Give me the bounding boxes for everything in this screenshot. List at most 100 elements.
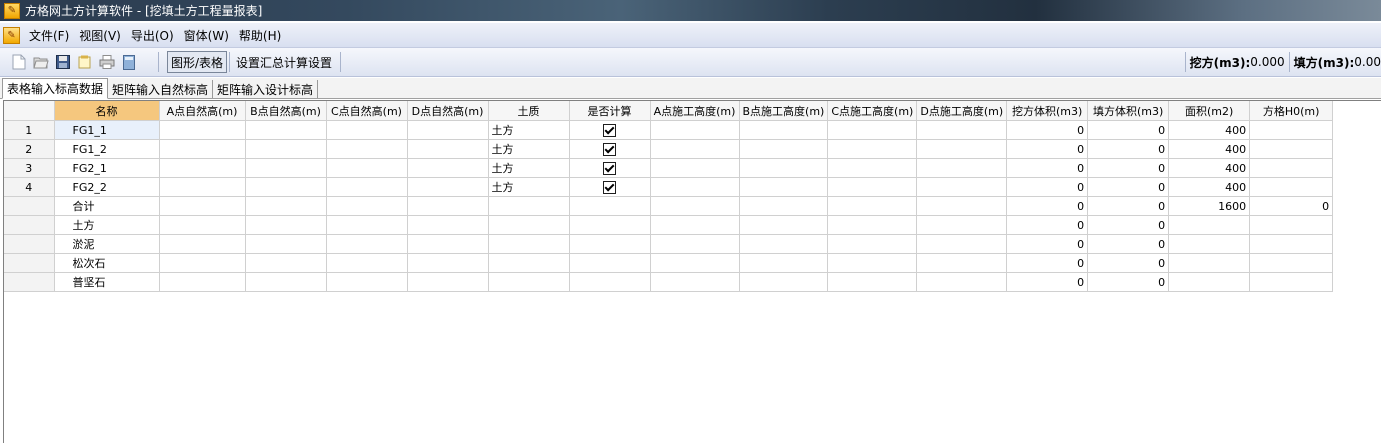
cell-a-natural[interactable] (159, 253, 246, 273)
cell-c-natural[interactable] (326, 272, 408, 292)
cell-d-construct[interactable] (916, 158, 1008, 178)
menu-window[interactable]: 窗体(W) (179, 27, 234, 44)
cell-h0[interactable] (1249, 158, 1334, 178)
cell-c-construct[interactable] (827, 177, 918, 197)
open-icon[interactable] (33, 54, 49, 70)
cell-h0[interactable]: 0 (1249, 196, 1334, 216)
cell-d-natural[interactable] (407, 196, 489, 216)
cell-b-construct[interactable] (739, 272, 829, 292)
document-menu-icon[interactable]: ✎ (3, 26, 20, 44)
cell-d-construct[interactable] (916, 253, 1008, 273)
note-icon[interactable] (77, 54, 93, 70)
cell-c-natural[interactable] (326, 120, 408, 140)
cell-name[interactable]: 松次石 (54, 253, 160, 273)
cell-a-natural[interactable] (159, 234, 246, 254)
cell-soil[interactable] (488, 215, 570, 235)
cell-d-natural[interactable] (407, 215, 489, 235)
cell-area[interactable]: 400 (1168, 120, 1251, 140)
cell-b-natural[interactable] (245, 139, 327, 159)
cell-d-natural[interactable] (407, 272, 489, 292)
table-row[interactable]: 淤泥 0 0 (4, 234, 1334, 254)
column-header[interactable]: A点施工高度(m) (650, 101, 740, 121)
cell-d-natural[interactable] (407, 120, 489, 140)
cell-name[interactable]: 普坚石 (54, 272, 160, 292)
cell-b-construct[interactable] (739, 234, 829, 254)
cell-area[interactable]: 1600 (1168, 196, 1251, 216)
cell-d-construct[interactable] (916, 120, 1008, 140)
table-row[interactable]: 土方 0 0 (4, 215, 1334, 235)
cell-b-natural[interactable] (245, 177, 327, 197)
cell-c-construct[interactable] (827, 196, 918, 216)
cell-name[interactable]: FG2_1 (54, 158, 160, 178)
cell-b-natural[interactable] (245, 272, 327, 292)
cell-fill-volume[interactable]: 0 (1087, 120, 1170, 140)
cell-a-natural[interactable] (159, 120, 246, 140)
save-icon[interactable] (55, 54, 71, 70)
cell-calc[interactable] (569, 272, 651, 292)
cell-b-construct[interactable] (739, 196, 829, 216)
cell-h0[interactable] (1249, 120, 1334, 140)
column-header[interactable]: B点自然高(m) (245, 101, 327, 121)
menu-export[interactable]: 导出(O) (126, 27, 179, 44)
table-row[interactable]: 4 FG2_2 土方 0 0 400 (4, 177, 1334, 197)
cell-c-construct[interactable] (827, 215, 918, 235)
cell-b-construct[interactable] (739, 139, 829, 159)
cell-b-construct[interactable] (739, 120, 829, 140)
cell-name[interactable]: FG1_2 (54, 139, 160, 159)
column-header[interactable] (4, 101, 55, 121)
cell-b-construct[interactable] (739, 158, 829, 178)
cell-soil[interactable]: 土方 (488, 139, 570, 159)
column-header[interactable]: 是否计算 (569, 101, 651, 121)
cell-b-construct[interactable] (739, 177, 829, 197)
new-icon[interactable] (11, 54, 27, 70)
column-header[interactable]: 土质 (488, 101, 570, 121)
cell-soil[interactable] (488, 234, 570, 254)
table-row[interactable]: 松次石 0 0 (4, 253, 1334, 273)
print-icon[interactable] (99, 54, 115, 70)
tab-table-input-elevation[interactable]: 表格输入标高数据 (2, 78, 109, 99)
cell-fill-volume[interactable]: 0 (1087, 177, 1170, 197)
cell-cut-volume[interactable]: 0 (1006, 120, 1089, 140)
cell-c-natural[interactable] (326, 253, 408, 273)
cell-fill-volume[interactable]: 0 (1087, 139, 1170, 159)
cell-d-natural[interactable] (407, 253, 489, 273)
cell-d-construct[interactable] (916, 139, 1008, 159)
cell-cut-volume[interactable]: 0 (1006, 215, 1089, 235)
cell-fill-volume[interactable]: 0 (1087, 253, 1170, 273)
cell-b-natural[interactable] (245, 196, 327, 216)
cell-c-construct[interactable] (827, 120, 918, 140)
cell-a-construct[interactable] (650, 139, 740, 159)
cell-name[interactable]: FG1_1 (54, 120, 160, 140)
cell-h0[interactable] (1249, 215, 1334, 235)
column-header[interactable]: D点自然高(m) (407, 101, 489, 121)
column-header[interactable]: C点施工高度(m) (827, 101, 918, 121)
cell-a-natural[interactable] (159, 139, 246, 159)
cell-h0[interactable] (1249, 234, 1334, 254)
table-row[interactable]: 3 FG2_1 土方 0 0 400 (4, 158, 1334, 178)
calculate-checkbox[interactable] (603, 142, 616, 156)
cell-calc[interactable] (569, 215, 651, 235)
cell-c-construct[interactable] (827, 139, 918, 159)
table-row[interactable]: 普坚石 0 0 (4, 272, 1334, 292)
cell-d-construct[interactable] (916, 234, 1008, 254)
cell-d-construct[interactable] (916, 177, 1008, 197)
cell-cut-volume[interactable]: 0 (1006, 272, 1089, 292)
cell-a-construct[interactable] (650, 253, 740, 273)
cell-fill-volume[interactable]: 0 (1087, 272, 1170, 292)
cell-d-construct[interactable] (916, 272, 1008, 292)
cell-h0[interactable] (1249, 253, 1334, 273)
cell-area[interactable]: 400 (1168, 177, 1251, 197)
cell-calc[interactable] (569, 177, 651, 197)
cell-fill-volume[interactable]: 0 (1087, 234, 1170, 254)
cell-area[interactable]: 400 (1168, 158, 1251, 178)
cell-cut-volume[interactable]: 0 (1006, 139, 1089, 159)
cell-c-natural[interactable] (326, 196, 408, 216)
table-row[interactable]: 1 FG1_1 土方 0 0 400 (4, 120, 1334, 140)
cell-calc[interactable] (569, 158, 651, 178)
cell-c-construct[interactable] (827, 253, 918, 273)
tab-matrix-design-elevation[interactable]: 矩阵输入设计标高 (213, 80, 319, 98)
cell-d-construct[interactable] (916, 215, 1008, 235)
column-header[interactable]: 方格H0(m) (1249, 101, 1334, 121)
cell-a-natural[interactable] (159, 196, 246, 216)
column-header-name[interactable]: 名称 (54, 101, 160, 121)
